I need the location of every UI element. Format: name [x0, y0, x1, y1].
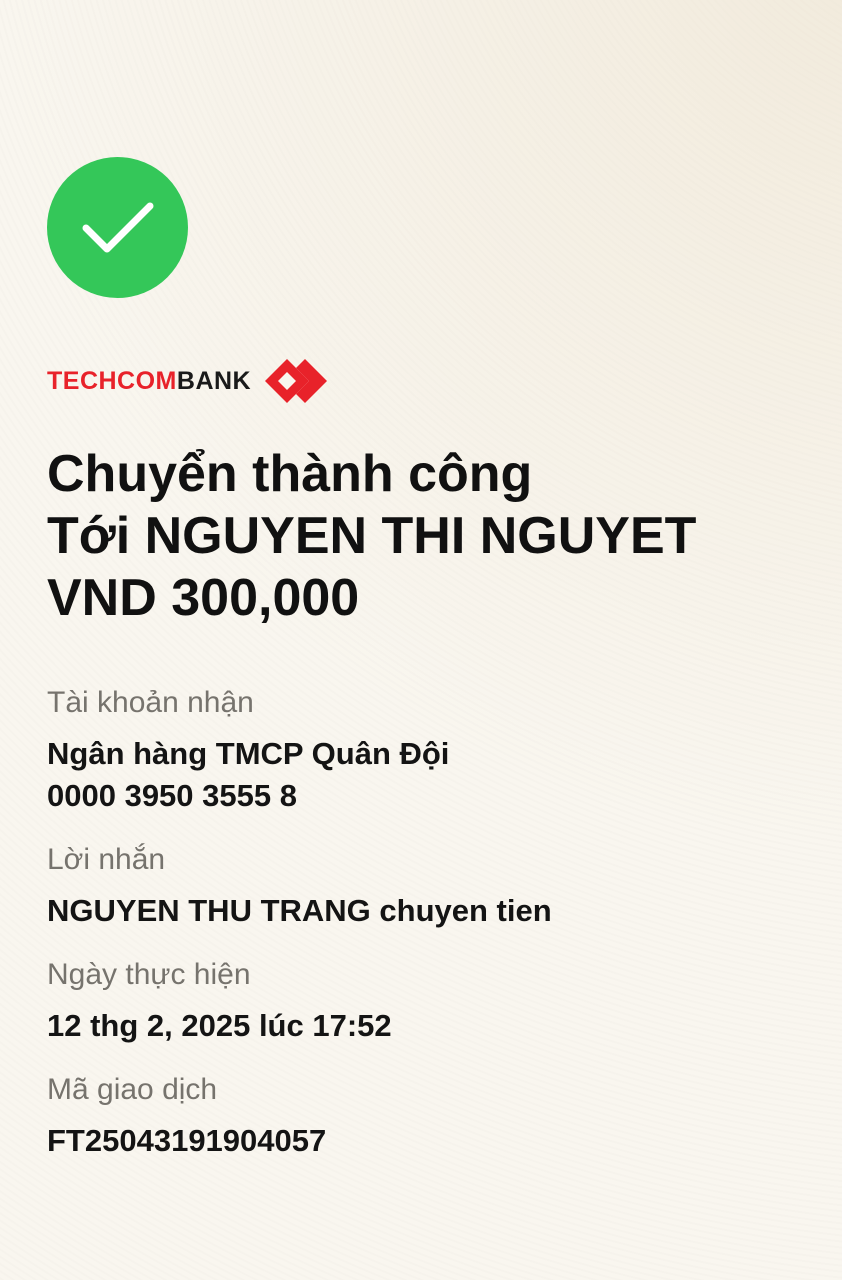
techcombank-logo: TECHCOMBANK	[47, 358, 328, 404]
transfer-summary: Chuyển thành công Tới NGUYEN THI NGUYET …	[47, 443, 827, 629]
receiving-account-label: Tài khoản nhận	[47, 686, 254, 719]
transfer-amount: VND 300,000	[47, 569, 360, 627]
success-check-icon	[47, 157, 188, 298]
logo-wordmark-red: TECHCOM	[47, 366, 177, 395]
date-value: 12 thg 2, 2025 lúc 17:52	[47, 1008, 392, 1043]
receiving-bank-name: Ngân hàng TMCP Quân Đội	[47, 736, 450, 771]
message-label: Lời nhắn	[47, 843, 166, 876]
date-label: Ngày thực hiện	[47, 958, 251, 991]
checkmark-icon	[82, 202, 153, 252]
receiving-account-number: 0000 3950 3555 8	[47, 778, 297, 813]
techcombank-diamond-logo-icon	[265, 359, 328, 403]
transaction-id-value: FT25043191904057	[47, 1123, 327, 1158]
logo-wordmark-dark: BANK	[176, 366, 252, 395]
logo-wordmark: TECHCOMBANK	[47, 367, 251, 396]
transaction-id-label: Mã giao dịch	[47, 1073, 218, 1106]
transfer-details: Tài khoản nhận Ngân hàng TMCP Quân Đội 0…	[47, 684, 807, 1162]
recipient-name: Tới NGUYEN THI NGUYET	[47, 507, 697, 565]
status-title: Chuyển thành công	[47, 445, 533, 503]
message-value: NGUYEN THU TRANG chuyen tien	[47, 893, 552, 928]
